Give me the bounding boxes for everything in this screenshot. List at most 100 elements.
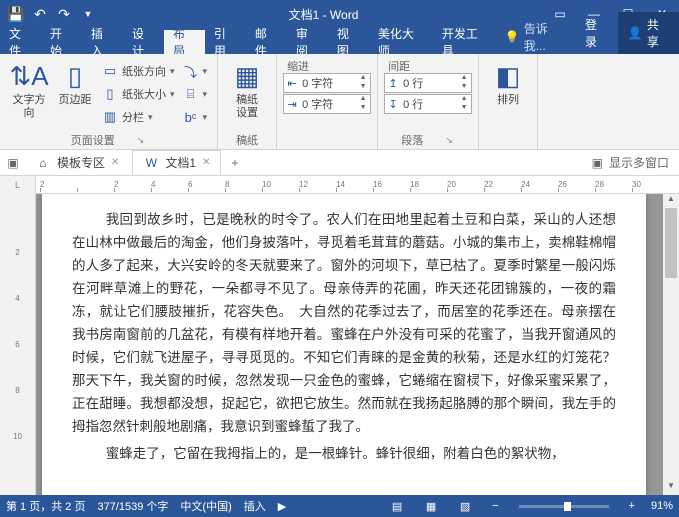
home-icon: ⌂ [35,155,51,171]
view-print-icon[interactable]: ▦ [420,497,442,515]
tab-insert[interactable]: 插入 [82,30,123,54]
tab-review[interactable]: 审阅 [287,30,328,54]
zoom-in-button[interactable]: + [625,500,639,512]
text-direction-icon: ⇅A [13,60,45,92]
window-title: 文档1 - Word [104,6,543,23]
undo-icon[interactable]: ↶ [30,4,50,24]
status-insert-mode[interactable]: 插入 [244,498,266,514]
share-button[interactable]: 👤共享 [618,12,679,54]
zoom-level[interactable]: 91% [651,500,673,512]
tab-template-center[interactable]: ⌂模板专区✕ [24,150,130,175]
breaks-button[interactable]: ⤵▾ [179,60,212,82]
ribbon: ⇅A 文字方向 ▯ 页边距 ▭纸张方向▾ ▯纸张大小▾ ▥分栏▾ ⤵▾ ⌸▾ b… [0,54,679,150]
spacing-header: 间距 [384,58,410,72]
paragraph-label: 段落 [401,132,423,148]
text-direction-button[interactable]: ⇅A 文字方向 [6,58,52,122]
ruler-corner[interactable]: L [0,176,36,194]
status-page[interactable]: 第 1 页，共 2 页 [6,498,85,514]
tab-mailings[interactable]: 邮件 [246,30,287,54]
status-bar: 第 1 页，共 2 页 377/1539 个字 中文(中国) 插入 ▶ ▤ ▦ … [0,495,679,517]
indent-right-input[interactable]: ⇥0 字符▲▼ [283,94,371,114]
columns-button[interactable]: ▥分栏▾ [98,106,179,128]
scroll-up-icon[interactable]: ▲ [663,194,679,208]
margins-button[interactable]: ▯ 页边距 [52,58,98,109]
save-icon[interactable]: 💾 [6,4,26,24]
zoom-slider-thumb[interactable] [564,502,571,511]
indent-left-icon: ⇤ [284,77,300,90]
vertical-ruler[interactable]: 246810 [0,194,36,495]
size-icon: ▯ [102,86,118,102]
columns-icon: ▥ [102,109,118,125]
spacing-before-input[interactable]: ↥0 行▲▼ [384,73,472,93]
tab-design[interactable]: 设计 [123,30,164,54]
spacing-before-icon: ↥ [385,77,401,90]
hyphenation-button[interactable]: bᶜ▾ [179,106,212,128]
login-button[interactable]: 登录 [575,12,618,54]
tab-close-icon[interactable]: ✕ [202,157,210,168]
horizontal-ruler[interactable]: 224681012141618202224262830 [36,176,679,194]
spin-down-icon[interactable]: ▼ [457,104,471,113]
paragraph-1[interactable]: 我回到故乡时，已是晚秋的时令了。农人们在田地里起着土豆和白菜，采山的人还想在山林… [72,208,616,438]
zoom-out-button[interactable]: − [488,500,502,512]
status-word-count[interactable]: 377/1539 个字 [97,498,168,514]
tab-beautify[interactable]: 美化大师 [369,30,433,54]
line-numbers-button[interactable]: ⌸▾ [179,83,212,105]
chevron-down-icon: ▾ [170,66,175,77]
window-icon: ▣ [592,156,603,170]
indent-left-input[interactable]: ⇤0 字符▲▼ [283,73,371,93]
tab-references[interactable]: 引用 [205,30,246,54]
status-macro-icon[interactable]: ▶ [278,500,286,513]
vertical-scrollbar[interactable]: ▲ ▼ [663,194,679,495]
spin-up-icon[interactable]: ▲ [356,74,370,83]
qat-dropdown-icon[interactable]: ▼ [78,4,98,24]
ribbon-tabs: 文件 开始 插入 设计 布局 引用 邮件 审阅 视图 美化大师 开发工具 💡告诉… [0,28,679,54]
spin-down-icon[interactable]: ▼ [356,83,370,92]
spin-up-icon[interactable]: ▲ [356,95,370,104]
breaks-icon: ⤵ [183,63,199,79]
indent-header: 缩进 [283,58,309,72]
line-numbers-icon: ⌸ [183,86,199,102]
tab-layout[interactable]: 布局 [164,30,205,54]
chevron-down-icon: ▾ [148,112,153,123]
scroll-thumb[interactable] [665,208,677,278]
indent-right-icon: ⇥ [284,98,300,111]
document-tabs: ▣ ⌂模板专区✕ W文档1✕ + ▣显示多窗口 [0,150,679,176]
spacing-after-icon: ↧ [385,98,401,111]
view-web-icon[interactable]: ▧ [454,497,476,515]
lightbulb-icon: 💡 [505,30,520,44]
share-icon: 👤 [628,26,643,40]
page-setup-label: 页面设置 [71,132,115,148]
spin-up-icon[interactable]: ▲ [457,95,471,104]
zoom-slider[interactable] [519,505,609,508]
tab-home[interactable]: 开始 [41,30,82,54]
margins-icon: ▯ [59,60,91,92]
paragraph-2[interactable]: 蜜蜂走了，它留在我拇指上的，是一根蜂针。蜂针很细，附着白色的絮状物， [72,442,616,465]
orientation-icon: ▭ [102,63,118,79]
paper-size-button[interactable]: ▯纸张大小▾ [98,83,179,105]
status-language[interactable]: 中文(中国) [180,498,231,514]
word-doc-icon: W [143,155,159,171]
scroll-down-icon[interactable]: ▼ [663,481,679,495]
spin-down-icon[interactable]: ▼ [457,83,471,92]
tab-close-icon[interactable]: ✕ [111,157,119,168]
spin-up-icon[interactable]: ▲ [457,74,471,83]
spin-down-icon[interactable]: ▼ [356,104,370,113]
tab-document1[interactable]: W文档1✕ [132,150,221,175]
writing-paper-button[interactable]: ▦ 稿纸 设置 [224,58,270,122]
tab-developer[interactable]: 开发工具 [433,30,497,54]
view-read-icon[interactable]: ▤ [386,497,408,515]
nav-pane-icon[interactable]: ▣ [4,156,22,170]
paragraph-launcher[interactable]: ↘ [443,135,455,146]
multi-window-toggle[interactable]: ▣显示多窗口 [592,154,675,171]
orientation-button[interactable]: ▭纸张方向▾ [98,60,179,82]
tab-file[interactable]: 文件 [0,30,41,54]
document-page[interactable]: 我回到故乡时，已是晚秋的时令了。农人们在田地里起着土豆和白菜，采山的人还想在山林… [42,194,646,495]
redo-icon[interactable]: ↷ [54,4,74,24]
tell-me-search[interactable]: 💡告诉我... [497,20,575,54]
writing-label: 稿纸 [224,131,270,147]
spacing-after-input[interactable]: ↧0 行▲▼ [384,94,472,114]
tab-view[interactable]: 视图 [328,30,369,54]
page-setup-launcher[interactable]: ↘ [135,135,147,146]
arrange-button[interactable]: ◧ 排列 [485,58,531,109]
new-tab-button[interactable]: + [223,154,246,172]
